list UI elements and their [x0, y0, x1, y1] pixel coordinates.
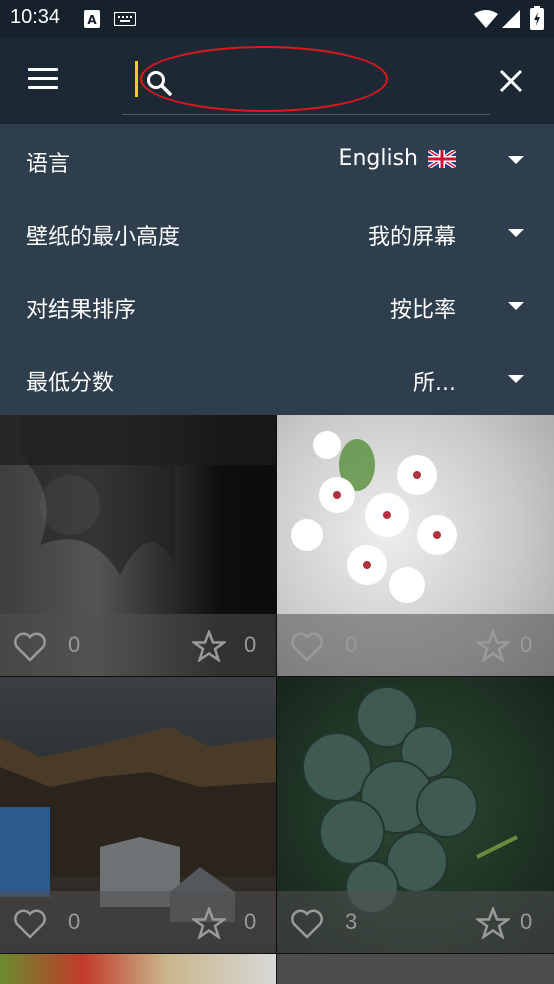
- wallpaper-image: [291, 431, 457, 603]
- top-toolbar: [0, 38, 554, 124]
- battery-icon: [530, 6, 544, 30]
- wallpaper-tile[interactable]: 0 0: [0, 677, 276, 953]
- wallpaper-image: [0, 415, 276, 575]
- filter-label: 壁纸的最小高度: [26, 225, 181, 250]
- wallpaper-tile[interactable]: [0, 954, 276, 984]
- status-bar: 10:34 A: [0, 0, 554, 38]
- filter-panel: 语言 English 壁纸的最小高度 我的屏幕 对结果排序 按比率 最低分数 所…: [0, 124, 554, 415]
- star-icon[interactable]: [192, 907, 226, 939]
- wallpaper-tile[interactable]: 0 0: [0, 415, 276, 676]
- search-icon: [147, 71, 172, 96]
- close-icon[interactable]: [496, 66, 526, 96]
- dropdown-arrow-icon[interactable]: [508, 156, 524, 164]
- hamburger-icon: [28, 68, 58, 71]
- filter-label: 语言: [26, 152, 71, 177]
- favorites-count: 0: [244, 909, 257, 934]
- filter-language[interactable]: 语言 English: [0, 124, 554, 196]
- likes-count: 0: [345, 632, 358, 657]
- heart-icon[interactable]: [291, 909, 323, 939]
- heart-icon[interactable]: [14, 909, 46, 939]
- filter-min-score[interactable]: 最低分数 所...: [0, 343, 554, 415]
- notification-a-icon: A: [84, 10, 100, 28]
- filter-value: 按比率: [389, 298, 456, 323]
- star-icon[interactable]: [476, 630, 510, 662]
- wallpaper-tile[interactable]: [277, 954, 554, 984]
- filter-value: 所...: [413, 371, 456, 396]
- favorites-count: 0: [244, 632, 257, 657]
- likes-count: 0: [68, 909, 81, 934]
- keyboard-icon: [114, 12, 136, 26]
- menu-button[interactable]: [28, 68, 58, 90]
- heart-icon[interactable]: [291, 632, 323, 662]
- search-bar[interactable]: [122, 52, 490, 115]
- dropdown-arrow-icon[interactable]: [508, 302, 524, 310]
- filter-label: 对结果排序: [26, 298, 137, 323]
- wifi-icon: [474, 10, 498, 28]
- star-icon[interactable]: [192, 630, 226, 662]
- wallpaper-tile[interactable]: 3 0: [277, 677, 554, 953]
- filter-min-height[interactable]: 壁纸的最小高度 我的屏幕: [0, 197, 554, 269]
- wallpaper-tile[interactable]: 0 0: [277, 415, 554, 676]
- star-icon[interactable]: [476, 907, 510, 939]
- status-time: 10:34: [10, 6, 61, 28]
- favorites-count: 0: [520, 909, 533, 934]
- uk-flag-icon: [428, 150, 456, 168]
- dropdown-arrow-icon[interactable]: [508, 229, 524, 237]
- heart-icon[interactable]: [14, 632, 46, 662]
- favorites-count: 0: [520, 632, 533, 657]
- dropdown-arrow-icon[interactable]: [508, 375, 524, 383]
- filter-sort[interactable]: 对结果排序 按比率: [0, 270, 554, 342]
- text-cursor: [135, 61, 138, 97]
- wallpaper-grid: 0 0 0 0 0 0 3 0: [0, 415, 554, 984]
- signal-icon: [502, 10, 520, 28]
- svg-text:A: A: [87, 13, 97, 27]
- search-input[interactable]: [182, 62, 486, 100]
- filter-value: 我的屏幕: [367, 225, 456, 250]
- filter-value: English: [339, 146, 456, 171]
- likes-count: 0: [68, 632, 81, 657]
- likes-count: 3: [345, 909, 358, 934]
- filter-label: 最低分数: [26, 371, 115, 396]
